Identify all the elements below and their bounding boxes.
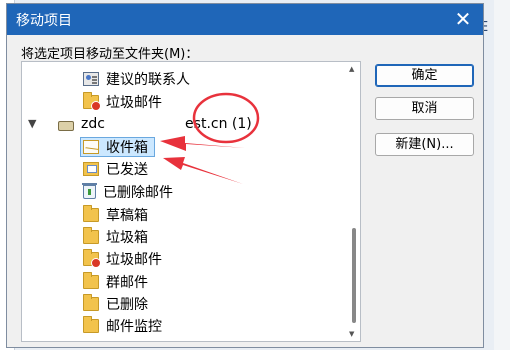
tree-item-label: 垃圾箱 bbox=[106, 230, 148, 246]
tree-item-group-mail[interactable]: 群邮件 bbox=[83, 272, 148, 292]
folder-icon bbox=[83, 272, 99, 289]
scroll-down-arrow-icon[interactable]: ▼ bbox=[349, 330, 354, 338]
tree-item-label: 邮件监控 bbox=[106, 319, 162, 335]
tree-item-inbox[interactable]: 收件箱 bbox=[80, 137, 155, 157]
instruction-label: 将选定项目移动至文件夹(M)： bbox=[21, 47, 199, 62]
tree-item-suggested-contacts[interactable]: 建议的联系人 bbox=[83, 69, 190, 89]
scroll-up-arrow-icon[interactable]: ▲ bbox=[349, 65, 354, 73]
junk-folder-icon bbox=[83, 92, 101, 111]
contacts-icon bbox=[83, 72, 99, 86]
ok-button[interactable]: 确定 bbox=[375, 64, 474, 87]
tree-item-label: 垃圾邮件 bbox=[106, 95, 162, 111]
move-item-dialog: 移动项目 ✕ 将选定项目移动至文件夹(M)： 建议的联系人 垃圾邮件 ▼ zdc… bbox=[6, 3, 484, 348]
background-window-right bbox=[494, 0, 510, 350]
tree-item-deleted-mail[interactable]: 已删除邮件 bbox=[82, 182, 173, 202]
tree-item-junk-mail-2[interactable]: 垃圾邮件 bbox=[83, 249, 162, 269]
cancel-button[interactable]: 取消 bbox=[375, 97, 474, 120]
tree-item-mail-monitor[interactable]: 邮件监控 bbox=[83, 316, 162, 336]
dialog-titlebar: 移动项目 ✕ bbox=[7, 4, 483, 35]
tree-item-deleted[interactable]: 已删除 bbox=[83, 294, 148, 314]
tree-item-label: 已删除 bbox=[106, 297, 148, 313]
folder-icon bbox=[83, 316, 99, 333]
folder-icon bbox=[83, 205, 99, 222]
chevron-down-icon[interactable]: ▼ bbox=[28, 117, 36, 130]
tree-item-sent[interactable]: 已发送 bbox=[83, 159, 148, 179]
close-icon[interactable]: ✕ bbox=[451, 8, 475, 32]
folder-icon bbox=[83, 227, 99, 244]
folder-icon bbox=[83, 294, 99, 311]
tree-item-label: 收件箱 bbox=[106, 140, 148, 156]
inbox-icon bbox=[83, 140, 99, 154]
tree-item-label: 已删除邮件 bbox=[103, 185, 173, 201]
tree-item-label: 群邮件 bbox=[106, 275, 148, 291]
sent-icon bbox=[83, 162, 99, 176]
tree-item-trash[interactable]: 垃圾箱 bbox=[83, 227, 148, 247]
junk-folder-icon bbox=[83, 249, 101, 268]
tree-item-junk-mail[interactable]: 垃圾邮件 bbox=[83, 92, 162, 112]
scrollbar-thumb[interactable] bbox=[352, 228, 356, 323]
dialog-title: 移动项目 bbox=[16, 13, 72, 29]
recycle-bin-icon bbox=[82, 183, 97, 199]
account-icon bbox=[58, 120, 74, 131]
folder-tree[interactable]: 建议的联系人 垃圾邮件 ▼ zdc est.cn (1) 收件箱 已发送 已删除… bbox=[21, 61, 361, 342]
new-folder-button[interactable]: 新建(N)... bbox=[375, 133, 474, 156]
vertical-scrollbar[interactable]: ▲ ▼ bbox=[349, 65, 358, 338]
account-label-redacted bbox=[105, 116, 185, 132]
account-label-start: zdc bbox=[81, 116, 105, 132]
tree-item-label: 建议的联系人 bbox=[106, 72, 190, 88]
tree-item-account[interactable]: zdc est.cn (1) bbox=[58, 114, 252, 134]
tree-item-label: 已发送 bbox=[106, 162, 148, 178]
tree-item-drafts[interactable]: 草稿箱 bbox=[83, 205, 148, 225]
tree-item-label: 垃圾邮件 bbox=[106, 252, 162, 268]
tree-item-label: 草稿箱 bbox=[106, 208, 148, 224]
account-label-end: est.cn (1) bbox=[185, 116, 252, 132]
